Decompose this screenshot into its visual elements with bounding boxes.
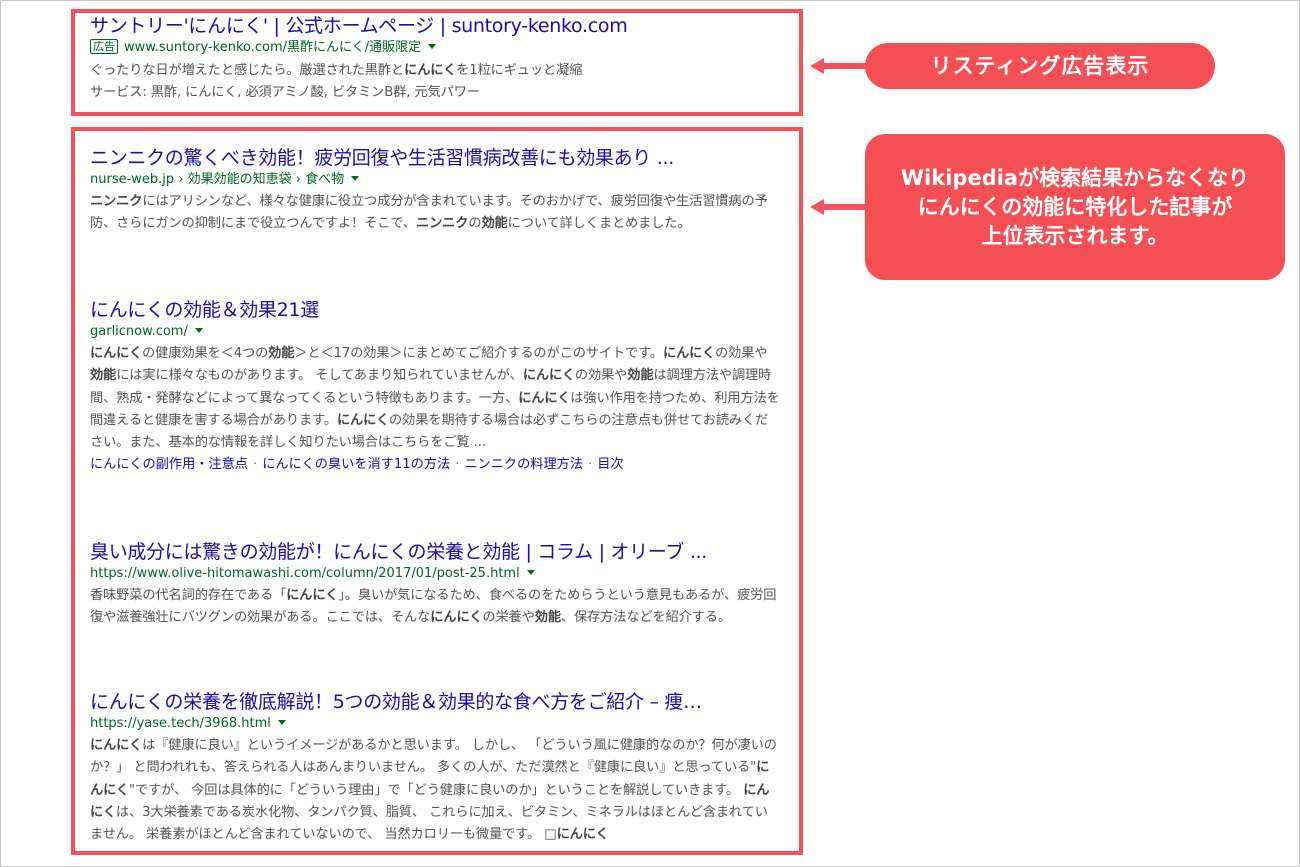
callout-line: にんにくの効能に特化した記事が [917,195,1233,219]
organic-callout: Wikipediaが検索結果からなくなり にんにくの効能に特化した記事が 上位表… [865,134,1285,280]
organic-highlight-box [71,127,803,855]
callout-line: Wikipediaが検索結果からなくなり [900,166,1250,190]
ad-highlight-box [71,9,803,116]
callout-line: 上位表示されます。 [981,224,1169,248]
listing-ad-callout: リスティング広告表示 [865,43,1215,89]
arrow-left-icon [810,58,870,74]
arrow-left-icon [810,199,870,215]
